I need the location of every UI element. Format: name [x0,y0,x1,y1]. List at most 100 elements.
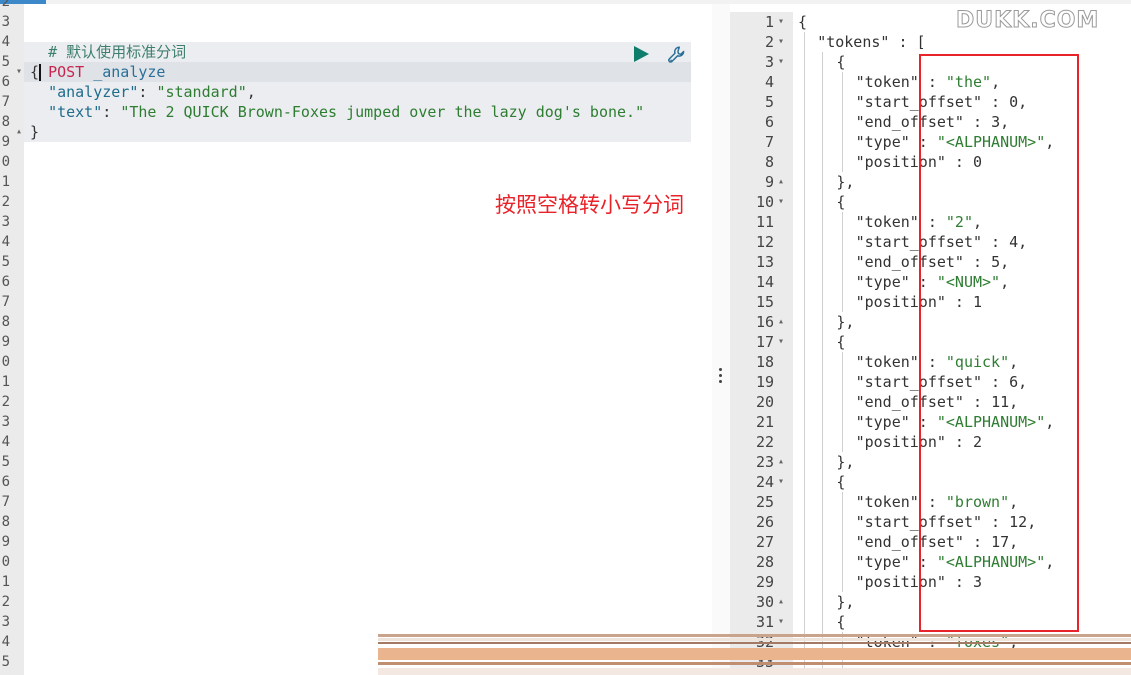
fold-toggle-icon[interactable]: ▴ [778,592,784,612]
request-line-number: 7 [1,294,10,310]
request-line-number: 8 [1,514,10,530]
response-line-number: 18 [755,353,774,371]
annotation-text: 按照空格转小写分词 [495,193,684,217]
json-punct: }, [836,313,855,331]
response-line-number: 22 [755,433,774,451]
response-line-number: 27 [755,533,774,551]
request-line-number: 7 [1,494,10,510]
response-line-number: 21 [755,413,774,431]
response-line-number: 17 [755,333,774,351]
run-request-icon[interactable] [634,46,649,62]
request-line-number: 3 [1,414,10,430]
json-object-open: { [836,192,845,212]
request-line-number: 1 [1,174,10,190]
json-punct: { [836,193,846,211]
json-object-open: { [836,612,845,632]
json-object-open: { [836,52,845,72]
response-line-number: 2 [764,33,774,51]
indent-guide [842,212,843,312]
request-line-number: 1 [1,574,10,590]
fold-toggle-icon[interactable]: ▴ [778,172,784,192]
request-line-number: 0 [1,554,10,570]
request-path: _analyze [93,63,166,81]
text-key: "text" [48,103,103,121]
json-object-close: }, [836,452,854,472]
json-punct: { [836,613,846,631]
response-line-number: 25 [755,493,774,511]
request-line-number: 9 [1,534,10,550]
fold-toggle-icon[interactable]: ▴ [16,122,22,142]
fold-toggle-icon[interactable]: ▾ [778,192,784,212]
splitter-handle-icon[interactable] [719,368,723,386]
request-line-number: 5 [1,654,10,670]
request-line-number: 6 [1,474,10,490]
response-line-number: 8 [764,153,774,171]
json-object-close: }, [836,592,854,612]
json-punct: { [836,473,846,491]
json-punct: { [798,13,808,31]
request-line-number: 4 [1,234,10,250]
request-line-number: 9 [1,134,10,150]
wrench-icon[interactable] [666,44,688,66]
request-line-number: 5 [1,254,10,270]
fold-toggle-icon[interactable]: ▾ [16,62,22,82]
fold-toggle-icon[interactable]: ▾ [778,12,784,32]
json-object-close: }, [836,312,854,332]
request-text-line[interactable]: "text": "The 2 QUICK Brown-Foxes jumped … [30,102,644,122]
fold-toggle-icon[interactable]: ▾ [778,32,784,52]
response-line-number: 7 [764,133,774,151]
response-line-number: 28 [755,553,774,571]
indent-guide [804,32,805,672]
fold-toggle-icon[interactable]: ▴ [778,452,784,472]
request-method-line[interactable]: POST _analyze [30,42,165,81]
json-tokens-key: "tokens" : [ [817,32,925,52]
request-body-close[interactable]: } [30,122,39,142]
http-method: POST [48,63,85,81]
json-punct: }, [836,453,855,471]
indent-guide [822,52,823,672]
request-line-number: 4 [1,434,10,450]
request-line-number: 2 [1,194,10,210]
fold-toggle-icon[interactable]: ▾ [778,612,784,632]
response-line-number: 16 [755,313,774,331]
request-body-open[interactable]: { [30,62,39,82]
response-line-number: 1 [764,13,774,31]
response-line-number: 4 [764,73,774,91]
request-line-number: 9 [1,334,10,350]
fold-toggle-icon[interactable]: ▴ [778,312,784,332]
highlight-box [919,54,1079,632]
json-root-open: { [798,12,807,32]
response-line-number: 12 [755,233,774,251]
request-line-number: 1 [1,374,10,390]
response-line-number: 10 [755,193,774,211]
request-line-number: 3 [1,214,10,230]
request-line-number: 3 [1,614,10,630]
request-line-number: 2 [1,0,10,10]
request-line-number: 0 [1,354,10,370]
request-line-number: 5 [1,454,10,470]
request-line-number: 6 [1,274,10,290]
brace-close: } [30,123,40,141]
request-line-number: 0 [1,154,10,170]
response-line-number: 13 [755,253,774,271]
indent-guide [842,492,843,592]
indent-guide [842,72,843,172]
render-artifact-band [378,634,1131,675]
panel-splitter[interactable] [712,4,730,675]
fold-toggle-icon[interactable]: ▾ [778,52,784,72]
request-line-number: 8 [1,114,10,130]
json-punct: "tokens" : [ [817,33,926,51]
response-line-number: 19 [755,373,774,391]
fold-toggle-icon[interactable]: ▾ [778,472,784,492]
request-line-number: 5 [1,54,10,70]
response-line-number: 30 [755,593,774,611]
request-line-number: 3 [1,14,10,30]
response-line-number: 9 [764,173,774,191]
fold-toggle-icon[interactable]: ▾ [778,332,784,352]
analyzer-value: "standard" [156,83,247,101]
request-line-number: 8 [1,314,10,330]
request-line-number: 6 [1,74,10,90]
response-line-number: 14 [755,273,774,291]
request-analyzer-line[interactable]: "analyzer": "standard", [30,82,256,102]
response-line-number: 31 [755,613,774,631]
